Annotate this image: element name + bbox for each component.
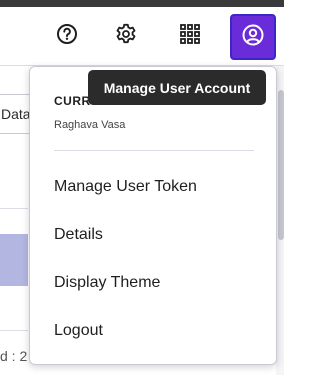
top-strip <box>0 0 284 7</box>
help-icon <box>56 23 78 50</box>
gear-icon <box>115 23 137 50</box>
user-account-icon <box>241 23 265 52</box>
current-user-name: Raghava Vasa <box>54 119 126 131</box>
toolbar <box>0 7 284 66</box>
settings-button[interactable] <box>113 23 139 49</box>
footer-text: d : 2 <box>0 348 28 364</box>
logout-item[interactable]: Logout <box>54 322 103 340</box>
divider <box>0 208 28 209</box>
scrollbar[interactable] <box>278 90 284 240</box>
account-tooltip: Manage User Account <box>88 70 266 105</box>
account-menu: CURR Raghava Vasa Manage User Token Deta… <box>29 66 277 365</box>
column-header-partial: Data <box>0 94 30 134</box>
current-user-label: CURR <box>54 94 91 108</box>
manage-user-token-item[interactable]: Manage User Token <box>54 178 197 196</box>
tooltip-text: Manage User Account <box>103 79 251 96</box>
details-item[interactable]: Details <box>54 226 103 244</box>
apps-button[interactable] <box>177 23 203 49</box>
help-button[interactable] <box>54 23 80 49</box>
selected-row[interactable] <box>0 234 28 286</box>
divider <box>0 330 28 331</box>
apps-grid-icon <box>179 23 201 50</box>
menu-divider <box>54 150 254 151</box>
account-button[interactable] <box>230 14 276 60</box>
display-theme-item[interactable]: Display Theme <box>54 274 160 292</box>
column-header-text: Data <box>1 106 30 122</box>
